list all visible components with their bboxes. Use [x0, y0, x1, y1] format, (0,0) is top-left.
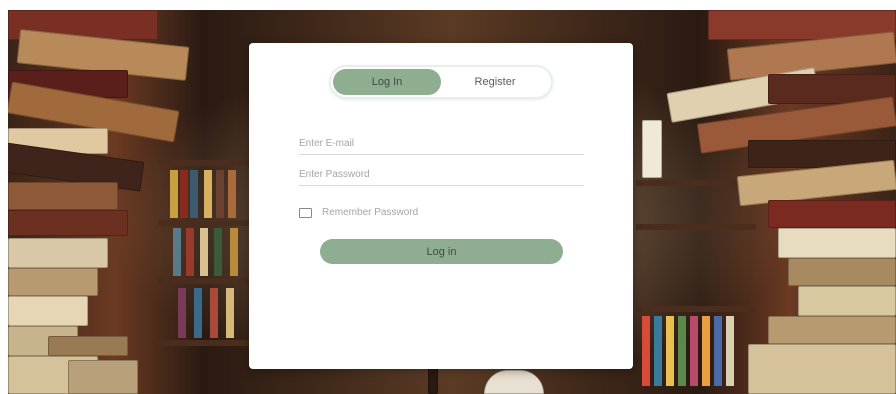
- book-spine: [714, 316, 722, 386]
- book: [798, 286, 896, 316]
- book-spine: [226, 288, 234, 338]
- book: [8, 296, 88, 326]
- book: [428, 366, 438, 394]
- shelf: [158, 340, 250, 346]
- book-spine: [230, 228, 238, 276]
- book: [642, 120, 662, 178]
- book: [8, 238, 108, 268]
- email-input[interactable]: [299, 132, 584, 155]
- book: [778, 228, 896, 258]
- book: [48, 336, 128, 356]
- shelf: [158, 160, 250, 166]
- book: [8, 210, 128, 236]
- book-spine: [210, 288, 218, 338]
- book-spine: [200, 228, 208, 276]
- tab-register[interactable]: Register: [441, 69, 549, 95]
- book: [768, 200, 896, 228]
- book-spine: [702, 316, 710, 386]
- shelf: [158, 220, 250, 226]
- book: [748, 344, 896, 394]
- shelf: [636, 306, 756, 312]
- book-spine: [642, 316, 650, 386]
- book-spine: [726, 316, 734, 386]
- book-spine: [178, 288, 186, 338]
- book: [68, 360, 138, 394]
- book-spine: [186, 228, 194, 276]
- book-spine: [678, 316, 686, 386]
- book-spine: [173, 228, 181, 276]
- shelf: [158, 278, 250, 284]
- book: [768, 316, 896, 344]
- book-spine: [190, 170, 198, 218]
- book-spine: [666, 316, 674, 386]
- remember-password-checkbox[interactable]: [299, 207, 312, 218]
- tab-log-in[interactable]: Log In: [333, 69, 441, 95]
- log-in-button[interactable]: Log in: [320, 239, 563, 264]
- book-spine: [214, 228, 222, 276]
- book-spine: [180, 170, 188, 218]
- shelf: [636, 224, 756, 230]
- book-spine: [216, 170, 224, 218]
- login-card: Log In Register Remember Password Log in: [249, 43, 633, 369]
- book-spine: [204, 170, 212, 218]
- book: [8, 268, 98, 296]
- book-spine: [170, 170, 178, 218]
- book-spine: [194, 288, 202, 338]
- remember-password-row: Remember Password: [299, 207, 418, 218]
- auth-mode-toggle: Log In Register: [331, 67, 551, 97]
- book: [788, 258, 896, 286]
- book-spine: [654, 316, 662, 386]
- book-spine: [690, 316, 698, 386]
- book: [8, 182, 118, 210]
- password-input[interactable]: [299, 163, 584, 186]
- remember-password-label: Remember Password: [322, 207, 419, 218]
- book-spine: [228, 170, 236, 218]
